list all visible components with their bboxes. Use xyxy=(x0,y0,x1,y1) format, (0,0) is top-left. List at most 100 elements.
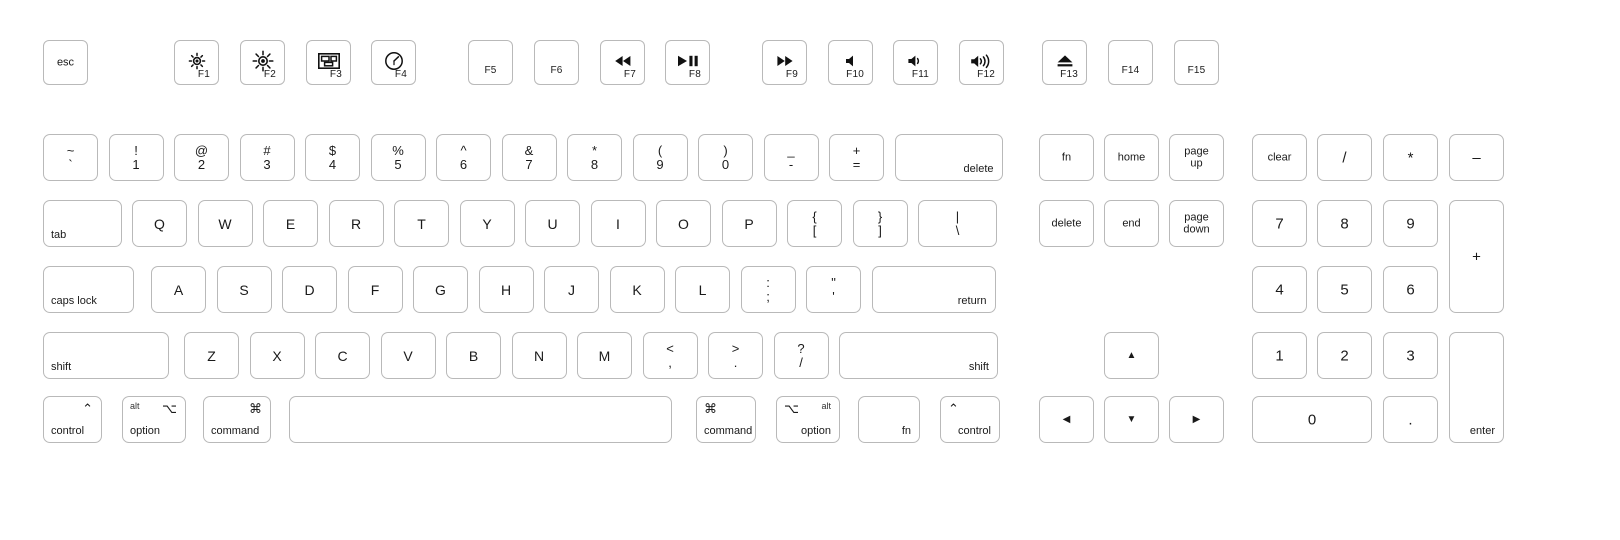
key-letter-m[interactable]: M xyxy=(577,332,632,379)
key-page-up[interactable]: page up xyxy=(1169,134,1224,181)
key-f2[interactable]: F2 xyxy=(240,40,285,85)
key-numpad-7[interactable]: 7 xyxy=(1252,200,1307,247)
key-letter-n[interactable]: N xyxy=(511,332,567,379)
key-letter-j[interactable]: J xyxy=(544,266,599,313)
key-letter-i[interactable]: I xyxy=(590,200,646,247)
key-one[interactable]: ! 1 xyxy=(108,134,164,181)
key-numpad-minus[interactable]: – xyxy=(1449,134,1504,181)
key-numpad-3[interactable]: 3 xyxy=(1383,332,1438,379)
key-letter-o[interactable]: O xyxy=(656,200,711,247)
key-letter-q[interactable]: Q xyxy=(132,200,187,247)
key-letter-h[interactable]: H xyxy=(478,266,534,313)
key-f13[interactable]: F13 xyxy=(1042,40,1087,85)
key-four[interactable]: $4 xyxy=(305,134,360,181)
key-numpad-1[interactable]: 1 xyxy=(1252,332,1307,379)
key-f9[interactable]: F9 xyxy=(762,40,807,85)
key-delete-fwd[interactable]: delete xyxy=(1039,200,1094,247)
key-nine[interactable]: (9 xyxy=(632,134,688,181)
key-bracket-right[interactable]: }] xyxy=(852,200,908,247)
key-space[interactable] xyxy=(289,396,672,443)
key-numpad-multiply[interactable]: * xyxy=(1383,134,1438,181)
key-letter-g[interactable]: G xyxy=(413,266,468,313)
key-f4[interactable]: F4 xyxy=(371,40,416,85)
key-period[interactable]: >. xyxy=(708,332,763,379)
key-fn-right[interactable]: fn xyxy=(858,396,920,443)
key-f3[interactable]: F3 xyxy=(306,40,351,85)
key-f15[interactable]: F15 xyxy=(1174,40,1219,85)
key-letter-p[interactable]: P xyxy=(721,200,777,247)
key-letter-r[interactable]: R xyxy=(328,200,384,247)
key-arrow-right[interactable]: ▶ xyxy=(1169,396,1224,443)
key-option-left[interactable]: alt ⌥ option xyxy=(122,396,186,443)
key-control-right[interactable]: ⌃ control xyxy=(940,396,1000,443)
key-f5[interactable]: F5 xyxy=(468,40,513,85)
key-tab[interactable]: tab xyxy=(43,200,122,247)
key-numpad-divide[interactable]: / xyxy=(1317,134,1372,181)
key-numpad-plus[interactable]: + xyxy=(1449,200,1504,313)
key-letter-w[interactable]: W xyxy=(197,200,253,247)
key-arrow-up[interactable]: ▲ xyxy=(1104,332,1159,379)
key-fn[interactable]: fn xyxy=(1039,134,1094,181)
key-letter-s[interactable]: S xyxy=(216,266,272,313)
key-backslash[interactable]: | \ xyxy=(918,200,997,247)
key-caps-lock[interactable]: caps lock xyxy=(43,266,134,313)
key-three[interactable]: #3 xyxy=(239,134,295,181)
key-arrow-left[interactable]: ◀ xyxy=(1039,396,1094,443)
key-letter-a[interactable]: A xyxy=(151,266,206,313)
key-tilde-backtick[interactable]: ~ ` xyxy=(43,134,98,181)
key-option-right[interactable]: ⌥ alt option xyxy=(776,396,840,443)
key-numpad-0[interactable]: 0 xyxy=(1252,396,1372,443)
key-f12[interactable]: F12 xyxy=(959,40,1004,85)
key-five[interactable]: % 5 xyxy=(370,134,426,181)
key-letter-v[interactable]: V xyxy=(380,332,436,379)
key-control-left[interactable]: ⌃ control xyxy=(43,396,102,443)
key-letter-k[interactable]: K xyxy=(609,266,665,313)
key-numpad-decimal[interactable]: . xyxy=(1383,396,1438,443)
key-letter-b[interactable]: B xyxy=(446,332,501,379)
key-seven[interactable]: & 7 xyxy=(501,134,557,181)
key-command-right[interactable]: ⌘ command xyxy=(696,396,756,443)
key-numpad-6[interactable]: 6 xyxy=(1383,266,1438,313)
key-f6[interactable]: F6 xyxy=(534,40,579,85)
key-letter-e[interactable]: E xyxy=(263,200,318,247)
key-page-down[interactable]: page down xyxy=(1169,200,1224,247)
key-numpad-enter[interactable]: enter xyxy=(1449,332,1504,443)
key-letter-z[interactable]: Z xyxy=(184,332,239,379)
key-letter-t[interactable]: T xyxy=(394,200,449,247)
key-letter-f[interactable]: F xyxy=(347,266,403,313)
key-letter-d[interactable]: D xyxy=(282,266,337,313)
key-eight[interactable]: * 8 xyxy=(567,134,622,181)
key-esc[interactable]: esc xyxy=(43,40,88,85)
key-numpad-8[interactable]: 8 xyxy=(1317,200,1372,247)
key-return[interactable]: return xyxy=(871,266,996,313)
key-letter-l[interactable]: L xyxy=(675,266,730,313)
key-two[interactable]: @2 xyxy=(174,134,229,181)
key-minus-underscore[interactable]: _ - xyxy=(763,134,819,181)
key-command-left[interactable]: ⌘ command xyxy=(203,396,271,443)
key-zero[interactable]: ) 0 xyxy=(698,134,753,181)
key-delete[interactable]: delete xyxy=(894,134,1003,181)
key-f10[interactable]: F10 xyxy=(828,40,873,85)
key-letter-y[interactable]: Y xyxy=(459,200,515,247)
key-numpad-2[interactable]: 2 xyxy=(1317,332,1372,379)
key-letter-c[interactable]: C xyxy=(315,332,370,379)
key-semicolon[interactable]: :; xyxy=(740,266,796,313)
key-numpad-clear[interactable]: clear xyxy=(1252,134,1307,181)
key-equals-plus[interactable]: + = xyxy=(829,134,884,181)
key-arrow-down[interactable]: ▼ xyxy=(1104,396,1159,443)
key-quote[interactable]: " ' xyxy=(806,266,861,313)
key-f7[interactable]: F7 xyxy=(600,40,645,85)
key-slash[interactable]: ? / xyxy=(773,332,829,379)
key-shift-left[interactable]: shift xyxy=(43,332,169,379)
key-numpad-5[interactable]: 5 xyxy=(1317,266,1372,313)
key-letter-x[interactable]: X xyxy=(249,332,305,379)
key-end[interactable]: end xyxy=(1104,200,1159,247)
key-numpad-9[interactable]: 9 xyxy=(1383,200,1438,247)
key-f1[interactable]: F1 xyxy=(174,40,219,85)
key-f8[interactable]: F8 xyxy=(665,40,710,85)
key-numpad-4[interactable]: 4 xyxy=(1252,266,1307,313)
key-home[interactable]: home xyxy=(1104,134,1159,181)
key-letter-u[interactable]: U xyxy=(525,200,580,247)
key-bracket-left[interactable]: {[ xyxy=(787,200,842,247)
key-comma[interactable]: <, xyxy=(642,332,698,379)
